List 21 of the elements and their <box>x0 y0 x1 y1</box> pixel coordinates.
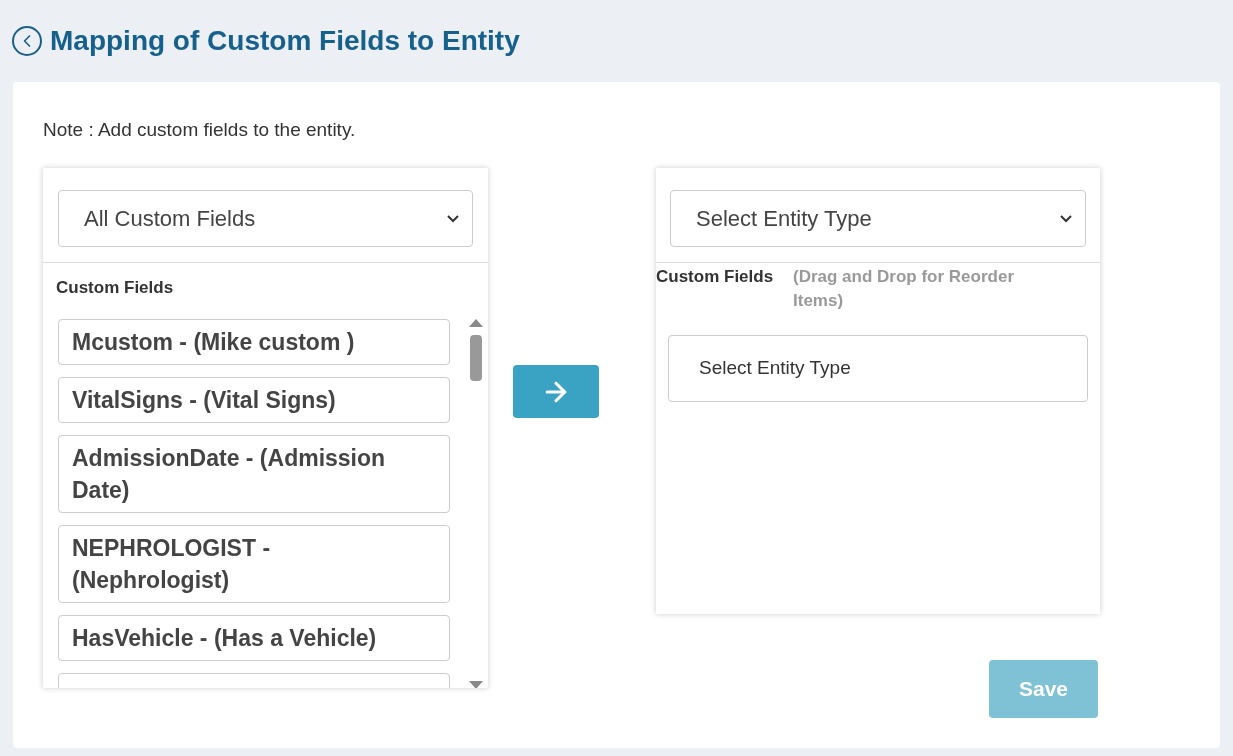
list-heading: Custom Fields <box>55 277 175 299</box>
entity-item: Select Entity Type <box>668 335 1088 402</box>
field-item[interactable]: VitalSigns - (Vital Signs) <box>58 376 450 423</box>
field-item[interactable]: Mcustom - (Mike custom ) <box>58 318 450 365</box>
chevron-down-icon <box>447 214 459 223</box>
note-text: Note : Add custom fields to the entity. <box>43 118 357 142</box>
chevron-down-icon <box>1060 214 1072 223</box>
scroll-thumb[interactable] <box>470 334 482 381</box>
list-heading: Custom Fields <box>656 266 775 288</box>
move-right-button[interactable] <box>513 365 599 418</box>
field-item[interactable]: HasVehicle - (Has a Vehicle) <box>58 614 450 661</box>
back-button[interactable] <box>12 26 42 56</box>
page-title: Mapping of Custom Fields to Entity <box>50 24 520 58</box>
fields-dropdown[interactable]: All Custom Fields <box>58 190 473 247</box>
scroll-down-icon[interactable] <box>469 680 483 688</box>
scroll-up-icon[interactable] <box>469 318 483 327</box>
field-item[interactable]: AdmissionDate - (Admission Date) <box>58 434 450 513</box>
field-item[interactable]: NEPHROLOGIST - (Nephrologist) <box>58 524 450 603</box>
reorder-hint: (Drag and Drop for Reorder Items) <box>793 266 1016 312</box>
entity-type-dropdown[interactable]: Select Entity Type <box>670 190 1086 247</box>
scrollbar[interactable] <box>468 318 484 688</box>
